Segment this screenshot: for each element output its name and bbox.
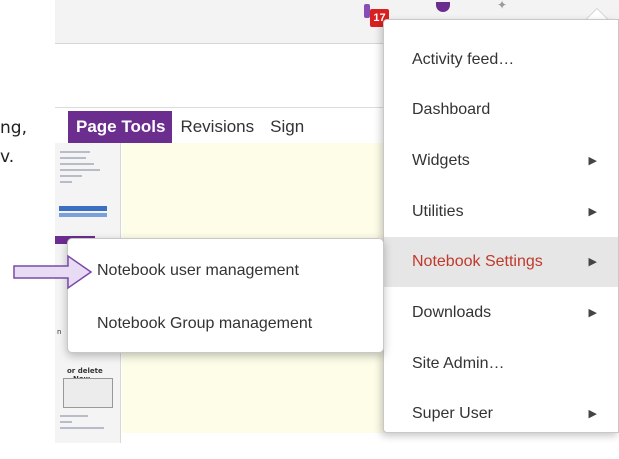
panel-thumbnail-box [63, 378, 113, 408]
menu-item-activity-feed[interactable]: Activity feed… [384, 35, 618, 85]
submenu-item-notebook-group-management[interactable]: Notebook Group management [97, 313, 312, 335]
tab-sign[interactable]: Sign [262, 111, 312, 143]
menu-item-utilities[interactable]: Utilities ▶ [384, 187, 618, 237]
panel-tiny-text-b: or delete [67, 367, 103, 375]
menu-item-widgets[interactable]: Widgets ▶ [384, 136, 618, 186]
panel-tiny-text-a: n [57, 328, 62, 336]
tree-lines [60, 151, 110, 187]
menu-item-site-admin[interactable]: Site Admin… [384, 339, 618, 389]
tab-page-tools[interactable]: Page Tools [68, 111, 173, 143]
user-dropdown-menu: Activity feed… Dashboard Widgets ▶ Utili… [383, 19, 619, 433]
menu-item-downloads[interactable]: Downloads ▶ [384, 288, 618, 338]
notebook-settings-submenu: Notebook user management Notebook Group … [67, 238, 384, 353]
submenu-arrow-icon: ▶ [588, 307, 597, 319]
menu-item-label: Activity feed… [412, 51, 515, 68]
pin-icon[interactable]: ✦ [497, 0, 507, 12]
left-edge [0, 0, 55, 459]
submenu-arrow-icon: ▶ [588, 206, 597, 218]
menu-item-notebook-settings[interactable]: Notebook Settings ▶ [384, 237, 618, 287]
menu-item-label: Widgets [412, 152, 470, 169]
tree-lines-lower [60, 415, 110, 433]
submenu-arrow-icon: ▶ [588, 408, 597, 420]
menu-item-label: Utilities [412, 203, 464, 220]
menu-item-label: Downloads [412, 304, 492, 321]
menu-item-label: Super User [412, 405, 493, 422]
menu-item-label: Notebook Settings [412, 253, 543, 270]
menu-item-label: Site Admin… [412, 355, 505, 372]
dropdown-caret-icon [586, 8, 608, 19]
submenu-item-notebook-user-management[interactable]: Notebook user management [97, 260, 299, 282]
submenu-arrow-icon: ▶ [588, 155, 597, 167]
tree-selected-row-2 [59, 213, 107, 217]
menu-item-label: Dashboard [412, 101, 491, 118]
tab-revisions[interactable]: Revisions [172, 111, 262, 143]
menu-item-super-user[interactable]: Super User ▶ [384, 389, 618, 439]
annotation-arrow-icon [13, 254, 93, 290]
cropped-text-1: ng, [0, 118, 27, 138]
page-tabs: Page Tools Revisions Sign [68, 111, 312, 143]
submenu-arrow-icon: ▶ [588, 256, 597, 268]
menu-item-dashboard[interactable]: Dashboard [384, 85, 618, 135]
cropped-text-2: v. [0, 147, 15, 167]
tree-selected-row [59, 206, 107, 211]
